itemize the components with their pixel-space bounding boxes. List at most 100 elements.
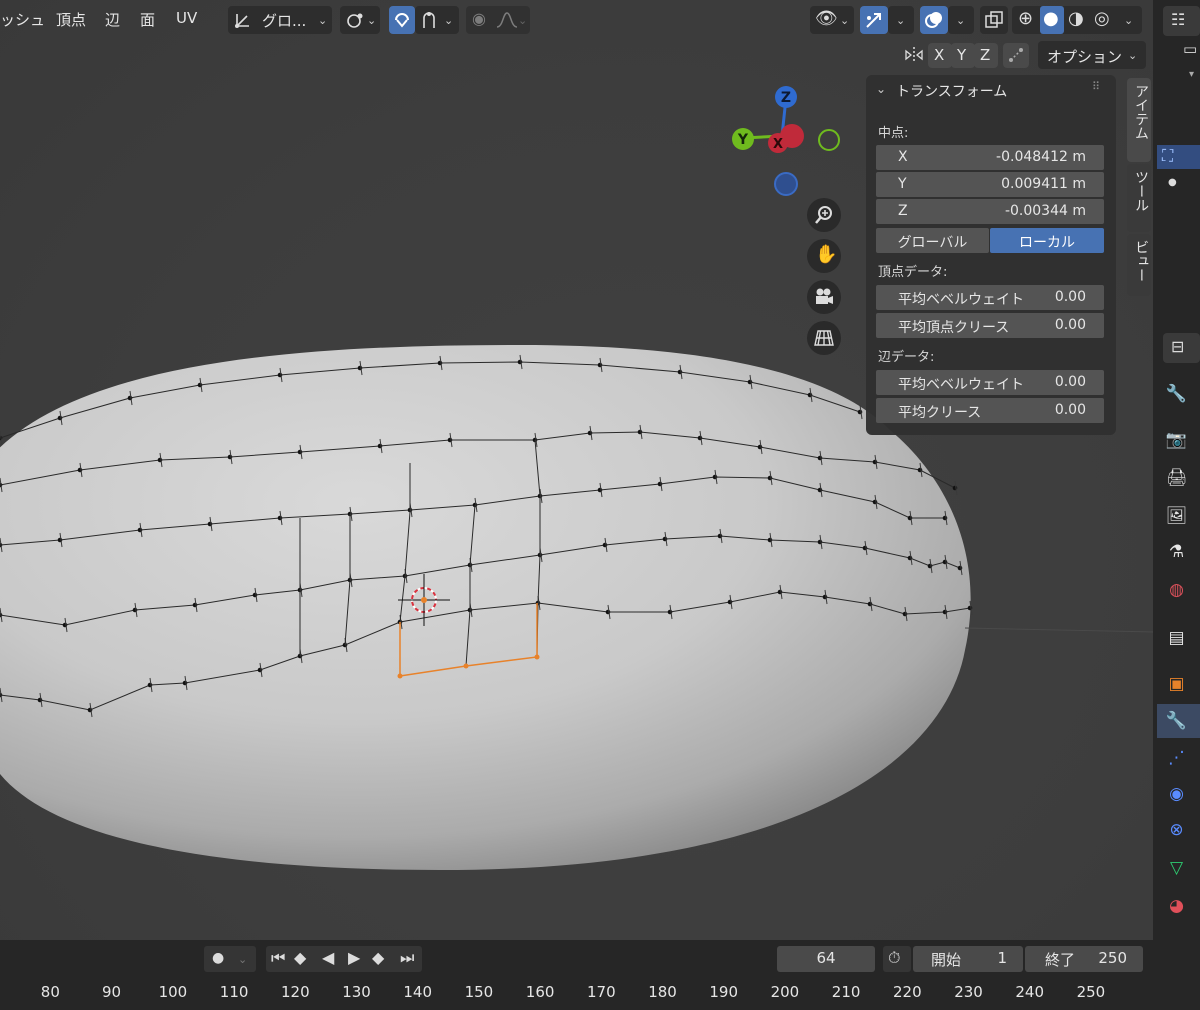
menu-edge[interactable]: 辺	[105, 9, 120, 30]
keying-dropdown[interactable]: ● ⌄	[204, 946, 256, 972]
mesh-data-icon[interactable]: ▽	[1153, 858, 1200, 878]
menu-vertex[interactable]: 頂点	[56, 9, 86, 30]
particles-icon[interactable]: ⋰	[1153, 748, 1200, 768]
options-dropdown[interactable]: オプション ⌄	[1038, 41, 1146, 69]
tab-item[interactable]: アイテム	[1127, 78, 1151, 162]
mean-crease-field[interactable]: 平均クリース 0.00	[876, 398, 1104, 423]
menu-mesh[interactable]: ッシュ	[0, 9, 45, 30]
navigation-gizmo[interactable]: Z Y X	[722, 80, 852, 200]
collection-icon[interactable]: ▤	[1153, 628, 1200, 648]
stopwatch-icon: ⏱	[888, 948, 901, 967]
field-label: 平均ベベルウェイト	[898, 292, 1024, 308]
end-frame-field[interactable]: 終了 250	[1025, 946, 1143, 972]
orientation-dropdown[interactable]: グロ... ⌄	[228, 6, 332, 34]
median-x-field[interactable]: X -0.048412 m	[876, 145, 1104, 170]
axis-x-label: X	[934, 46, 945, 64]
play-icon[interactable]: ▶	[348, 950, 360, 966]
jump-start-icon[interactable]: ⏮	[271, 950, 285, 966]
preview-range-toggle[interactable]: ⏱	[883, 946, 911, 972]
tool-icon[interactable]: 🔧	[1153, 384, 1200, 404]
gizmo-z-label: Z	[781, 90, 791, 106]
current-frame-field[interactable]: 64	[777, 946, 875, 972]
mirror-x-toggle[interactable]: X	[928, 43, 952, 68]
drag-handle-icon[interactable]: ⠿	[1092, 80, 1100, 93]
eye-icon: 👁	[815, 8, 838, 29]
mean-bevel-weight-edge-field[interactable]: 平均ベベルウェイト 0.00	[876, 370, 1104, 395]
camera-icon	[816, 288, 833, 304]
pan-button[interactable]: ✋	[807, 239, 841, 273]
tab-tool[interactable]: ツール	[1127, 164, 1151, 232]
topology-mirror-toggle[interactable]	[1003, 43, 1029, 68]
render-icon[interactable]: 📷	[1153, 430, 1200, 450]
vertex-data-label: 頂点データ:	[878, 265, 948, 280]
field-label: 平均クリース	[898, 405, 982, 421]
frame-tick-label: 200	[770, 983, 800, 1001]
local-space-button[interactable]: ローカル	[990, 228, 1104, 253]
zoom-button[interactable]	[807, 198, 841, 232]
frame-tick-label: 170	[587, 983, 616, 1001]
snap-target-dropdown[interactable]: ⌄	[415, 6, 459, 34]
wireframe-shading-icon[interactable]: ⊕	[1018, 10, 1033, 28]
scene-icon[interactable]: ⚗	[1153, 542, 1200, 562]
menu-face[interactable]: 面	[140, 9, 155, 30]
perspective-toggle-button[interactable]	[807, 321, 841, 355]
mean-vertex-crease-field[interactable]: 平均頂点クリース 0.00	[876, 313, 1104, 338]
next-keyframe-icon[interactable]: ◆	[372, 950, 384, 966]
start-frame-field[interactable]: 開始 1	[913, 946, 1023, 972]
field-value: 0.00	[1054, 289, 1086, 305]
chevron-down-icon[interactable]: ▾	[1189, 70, 1194, 80]
properties-editor-type-button[interactable]: ⊟	[1163, 333, 1200, 363]
field-label: X	[898, 149, 908, 165]
chevron-down-icon: ⌄	[1124, 14, 1134, 27]
pivot-dropdown[interactable]: ⌄	[340, 6, 380, 34]
solid-shading-button[interactable]: ●	[1040, 6, 1064, 34]
physics-icon[interactable]: ◉	[1153, 784, 1200, 804]
mirror-z-toggle[interactable]: Z	[974, 43, 998, 68]
constraints-icon[interactable]: ⊗	[1153, 820, 1200, 840]
hand-icon: ✋	[815, 244, 838, 265]
view-layer-icon[interactable]: 🖼	[1153, 506, 1200, 526]
xray-toggle[interactable]	[980, 6, 1008, 34]
tab-view[interactable]: ビュー	[1127, 234, 1151, 296]
shading-modes[interactable]: ⊕ ● ◑ ◎ ⌄	[1012, 6, 1142, 34]
median-z-field[interactable]: Z -0.00344 m	[876, 199, 1104, 224]
proportional-edit[interactable]: ◉ ⌄	[466, 6, 530, 34]
gizmo-dropdown[interactable]: ⌄	[888, 6, 914, 34]
play-reverse-icon[interactable]: ◀	[322, 950, 334, 966]
material-icon[interactable]: ◕	[1153, 896, 1200, 916]
panel-title[interactable]: トランスフォーム	[896, 81, 1007, 101]
field-value: 0.00	[1054, 317, 1086, 333]
mean-bevel-weight-vertex-field[interactable]: 平均ベベルウェイト 0.00	[876, 285, 1104, 310]
frame-tick-label: 160	[525, 983, 555, 1001]
field-value: 0.00	[1054, 402, 1086, 418]
jump-end-icon[interactable]: ⏭	[400, 950, 414, 966]
snap-toggle[interactable]	[389, 6, 415, 34]
overlay-dropdown[interactable]: ⌄	[948, 6, 974, 34]
outliner-icon: ☷	[1171, 10, 1186, 29]
object-icon[interactable]: ▣	[1153, 674, 1200, 694]
global-space-button[interactable]: グローバル	[876, 228, 989, 253]
outliner-editor-type-button[interactable]: ☷	[1163, 6, 1200, 36]
collapse-chevron-icon[interactable]: ⌄	[876, 82, 886, 96]
menu-uv[interactable]: UV	[176, 9, 197, 27]
prev-keyframe-icon[interactable]: ◆	[294, 950, 306, 966]
magnet-icon	[395, 13, 409, 28]
properties-icon: ⊟	[1171, 337, 1185, 356]
filter-icon[interactable]: ▭	[1183, 42, 1197, 57]
pivot-icon	[347, 13, 363, 28]
world-icon[interactable]: ◍	[1153, 580, 1200, 600]
median-y-field[interactable]: Y 0.009411 m	[876, 172, 1104, 197]
3d-viewport[interactable]: ッシュ 頂点 辺 面 UV グロ... ⌄ ⌄ ⌄ ◉ ⌄ 👁 ⌄ ⌄ ⌄ ⊕ …	[0, 0, 1153, 940]
rendered-shading-icon[interactable]: ◎	[1094, 10, 1110, 28]
orientation-label: グロ...	[262, 12, 307, 30]
modifier-tab-active[interactable]: 🔧	[1157, 704, 1200, 738]
visibility-dropdown[interactable]: 👁 ⌄	[810, 6, 854, 34]
overlay-toggle[interactable]	[920, 6, 948, 34]
output-icon[interactable]: 🖨	[1153, 468, 1200, 488]
solid-shading-icon: ●	[1043, 8, 1059, 29]
gizmo-toggle[interactable]	[860, 6, 888, 34]
mirror-y-toggle[interactable]: Y	[951, 43, 975, 68]
camera-view-button[interactable]	[807, 280, 841, 314]
material-shading-icon[interactable]: ◑	[1068, 10, 1084, 28]
outliner-selected-row[interactable]: ⛶	[1157, 145, 1200, 169]
